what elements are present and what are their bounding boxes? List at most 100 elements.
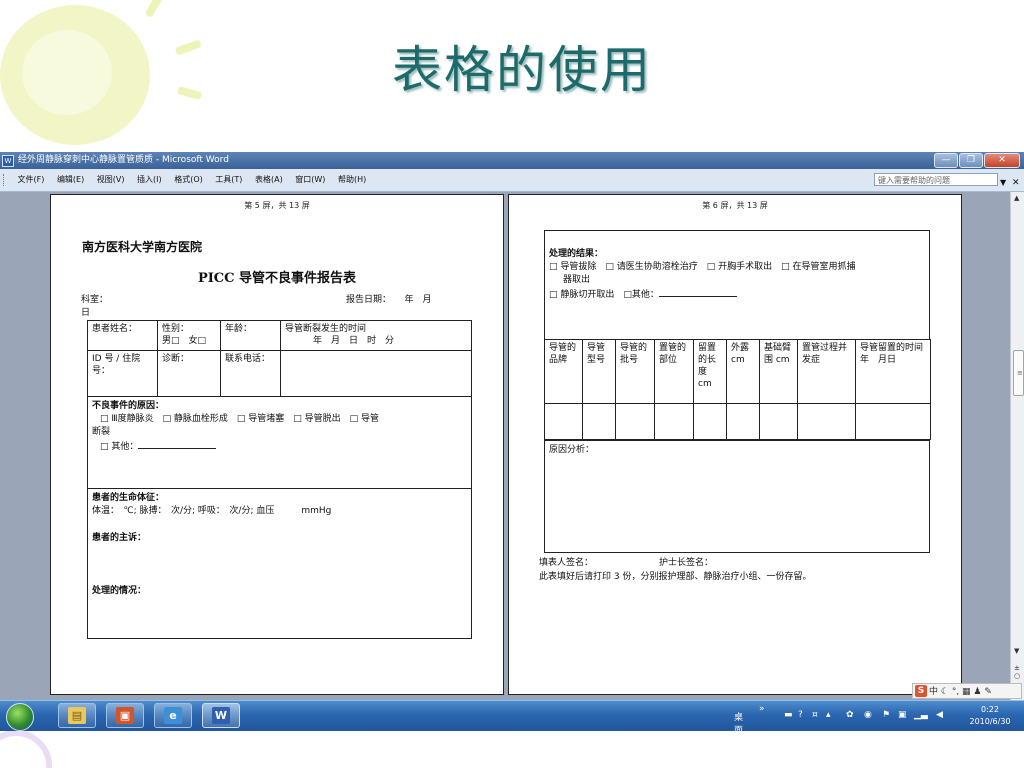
clock-date: 2010/6/30 (969, 717, 1011, 726)
minimize-button[interactable]: — (934, 153, 958, 168)
tray-expand-icon[interactable]: ▴ (826, 710, 831, 720)
cell-empty (759, 403, 798, 440)
phone-cell: 联系电话： (220, 350, 281, 397)
document-page-6: 第 6 屏，共 13 屏 处理的结果： □ 导管拔除 □ 请医生协助溶栓治疗 □… (508, 194, 962, 695)
menu-file[interactable]: 文件(F) (13, 169, 50, 191)
result-other-line (658, 287, 737, 297)
diagnosis-label: 诊断： (162, 354, 190, 364)
catheter-info-table: 导管的品牌 导管型号 导管的批号 置管的部位 留置的长度 cm 外露 cm 基础… (544, 339, 941, 440)
phone-label: 联系电话： (225, 354, 271, 364)
gender-options: 男□ 女□ (162, 336, 207, 346)
vertical-scrollbar[interactable]: ▲ ≡ ▼ ± ○ (1010, 192, 1024, 700)
antivirus-icon[interactable]: ◉ (864, 710, 872, 720)
col-insertion-site: 置管的部位 (654, 339, 694, 404)
scroll-thumb[interactable]: ≡ (1013, 350, 1024, 396)
desktop-toolbar[interactable]: 桌面 (734, 710, 743, 736)
chevron-right-icon[interactable]: » (759, 704, 765, 714)
taskbar-word[interactable]: W (202, 703, 240, 728)
rupture-time-cell: 导管断裂发生的时间年 月 日 时 分 (280, 320, 472, 351)
menu-tools[interactable]: 工具(T) (210, 169, 247, 191)
taskbar-explorer[interactable]: ▤ (58, 703, 96, 728)
page-header: 第 5 屏，共 13 屏 (244, 201, 310, 210)
result-section: 处理的结果： □ 导管拔除 □ 请医生协助溶栓治疗 □ 开胸手术取出 □ 在导管… (544, 230, 930, 340)
flag-icon[interactable]: ⚑ (882, 710, 890, 720)
col-complications: 置管过程并发症 (797, 339, 856, 404)
cell-empty (654, 403, 694, 440)
menu-help[interactable]: 帮助(H) (333, 169, 371, 191)
col-indwelling-length: 留置的长度 cm (693, 339, 727, 404)
menu-view[interactable]: 视图(V) (92, 169, 130, 191)
menu-grip-icon (3, 174, 7, 186)
scroll-grip-icon: ≡ (1017, 369, 1023, 377)
signal-icon[interactable]: ▁▃ (914, 710, 928, 720)
col-catheter-brand: 导管的品牌 (544, 339, 583, 404)
browse-object-icon[interactable]: ± ○ (1014, 664, 1020, 680)
word-icon: W (212, 707, 230, 724)
cause-title: 不良事件的原因： (92, 401, 165, 411)
menu-insert[interactable]: 插入(I) (132, 169, 167, 191)
head-nurse-label: 护士长签名： (659, 558, 714, 568)
folder-icon: ▤ (68, 707, 86, 724)
patient-condition-section: 患者的生命体征： 体温： ℃; 脉搏： 次/分; 呼吸： 次/分; 血压 mmH… (87, 488, 472, 639)
sogou-icon[interactable]: S (915, 685, 927, 697)
complaint-title: 患者的主诉： (92, 533, 147, 543)
result-title: 处理的结果： (549, 249, 604, 259)
title-bar[interactable]: W 经外周静脉穿刺中心静脉置管质质 - Microsoft Word — ❐ ✕ (0, 152, 1024, 169)
help-search-input[interactable]: 键入需要帮助的问题 (874, 173, 998, 186)
document-close-icon[interactable]: ✕ (1012, 172, 1020, 194)
result-line2: □ 静脉切开取出 □其他： (549, 290, 659, 300)
cell-empty (726, 403, 760, 440)
result-line1-wrap: 器取出 (563, 275, 591, 285)
id-cell: ID 号 / 住院号： (87, 350, 158, 397)
help-icon[interactable]: ? (798, 710, 803, 720)
scroll-up-icon[interactable]: ▲ (1014, 194, 1019, 202)
filing-note: 此表填好后请打印 3 份，分别报护理部、静脉治疗小组、一份存留。 (539, 572, 812, 582)
taskbar-powerpoint[interactable]: ▣ (106, 703, 144, 728)
ime-mode[interactable]: 中 (929, 687, 938, 697)
menu-window[interactable]: 窗口(W) (290, 169, 330, 191)
network-app-icon[interactable]: ✿ (846, 710, 854, 720)
powerpoint-icon: ▣ (116, 707, 134, 724)
vitals-title: 患者的生命体征： (92, 493, 165, 503)
menu-table[interactable]: 表格(A) (250, 169, 288, 191)
page-header: 第 6 屏，共 13 屏 (702, 201, 768, 210)
moon-icon[interactable]: ☾ °, ▦ ♟ ✎ (941, 687, 992, 697)
help-dropdown-icon[interactable]: ▼ (1000, 172, 1006, 194)
menu-bar: 文件(F) 编辑(E) 视图(V) 插入(I) 格式(O) 工具(T) 表格(A… (0, 169, 1024, 192)
ime-toolbar[interactable]: S中 ☾ °, ▦ ♟ ✎ (912, 683, 1022, 699)
rupture-time-label: 导管断裂发生的时间 (285, 324, 367, 334)
analysis-section: 原因分析： (544, 440, 930, 553)
volume-icon[interactable]: ◀ (936, 710, 943, 720)
keyboard-icon[interactable]: ▬ (784, 710, 793, 720)
cause-other: □ 其他： (100, 442, 139, 452)
usb-icon[interactable]: ¤ (812, 710, 818, 720)
cell-empty (855, 403, 931, 440)
cell-empty (582, 403, 616, 440)
gender-label: 性别： (162, 324, 190, 334)
close-button[interactable]: ✕ (984, 153, 1020, 168)
restore-button[interactable]: ❐ (959, 153, 983, 168)
report-date: 报告日期： 年 月 (346, 295, 432, 305)
signer-label: 填表人签名： (539, 558, 594, 568)
word-app-icon: W (2, 155, 14, 167)
menu-format[interactable]: 格式(O) (169, 169, 208, 191)
col-catheter-batch: 导管的批号 (615, 339, 655, 404)
decor-ring (0, 730, 52, 768)
start-button[interactable] (6, 703, 34, 731)
cause-options: □ Ⅲ度静脉炎 □ 静脉血栓形成 □ 导管堵塞 □ 导管脱出 □ 导管 (100, 414, 380, 424)
taskbar-ie[interactable]: e (154, 703, 192, 728)
scroll-down-icon[interactable]: ▼ (1014, 647, 1019, 655)
col-exposed-length: 外露 cm (726, 339, 760, 404)
clock[interactable]: 0:22 2010/6/30 (960, 704, 1020, 728)
cell-empty (693, 403, 727, 440)
patient-info-table: 患者姓名： 性别： 男□ 女□ 年龄： 导管断裂发生的时间年 月 日 时 分 ID… (87, 320, 472, 397)
phone-value-cell (280, 350, 472, 397)
clock-time: 0:22 (981, 705, 999, 714)
vitals-line: 体温： ℃; 脉搏： 次/分; 呼吸： 次/分; 血压 mmHg (92, 506, 332, 516)
cause-options-wrap: 断裂 (92, 427, 111, 437)
menu-edit[interactable]: 编辑(E) (52, 169, 89, 191)
decor-ray (144, 0, 163, 18)
cause-section: 不良事件的原因： □ Ⅲ度静脉炎 □ 静脉血栓形成 □ 导管堵塞 □ 导管脱出 … (87, 396, 472, 489)
monitor-icon[interactable]: ▣ (898, 710, 907, 720)
slide-title: 表格的使用 (392, 41, 652, 99)
